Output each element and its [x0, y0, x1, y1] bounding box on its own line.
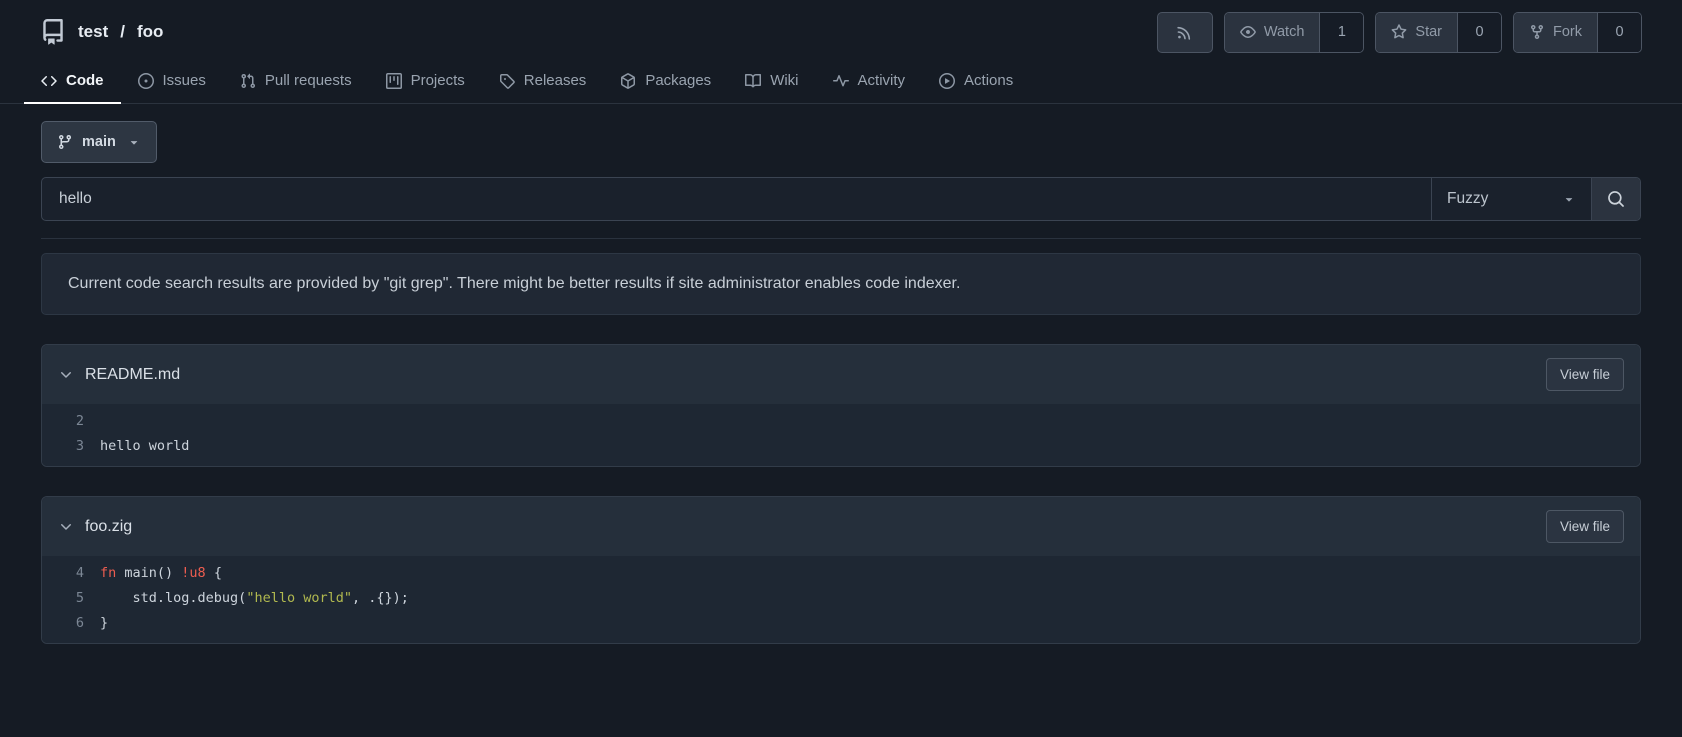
line-number: 4 — [75, 565, 84, 581]
package-icon — [620, 72, 636, 89]
tab-packages[interactable]: Packages — [603, 58, 728, 103]
code-line: 6} — [42, 611, 1640, 636]
result-filename[interactable]: foo.zig — [85, 518, 132, 536]
search-result-card: README.md View file 2 3 hello world — [41, 344, 1641, 467]
line-number: 2 — [75, 413, 84, 429]
star-count[interactable]: 0 — [1457, 12, 1501, 52]
tag-icon — [499, 73, 515, 89]
watch-button[interactable]: Watch — [1224, 12, 1320, 52]
repo-icon — [40, 19, 66, 45]
tab-code[interactable]: Code — [24, 58, 121, 104]
code-line: 4 fn main() !u8 { — [42, 561, 1640, 586]
tab-label: Projects — [410, 72, 465, 89]
tab-releases[interactable]: Releases — [482, 58, 604, 103]
book-icon — [745, 73, 762, 89]
caret-down-icon — [1562, 192, 1576, 206]
watch-label: Watch — [1263, 24, 1305, 40]
branch-name: main — [82, 134, 116, 150]
rss-button[interactable] — [1156, 11, 1213, 53]
tab-activity[interactable]: Activity — [816, 58, 923, 103]
git-branch-icon — [57, 134, 73, 150]
code-search-input[interactable] — [42, 178, 1431, 220]
tab-label: Code — [66, 72, 104, 89]
code-icon — [41, 73, 57, 89]
line-number: 3 — [75, 438, 84, 454]
code-snippet: 4 fn main() !u8 { 5 std.log.debug("hello w… — [42, 556, 1640, 643]
view-file-button[interactable]: View file — [1545, 510, 1624, 543]
code-search-page: main Fuzzy Current code search results a… — [0, 121, 1682, 644]
tab-label: Packages — [645, 72, 712, 89]
code-search-bar: Fuzzy — [41, 177, 1641, 221]
code-text: fn main() !u8 { — [100, 565, 222, 581]
search-mode-select[interactable]: Fuzzy — [1431, 178, 1591, 220]
line-number: 6 — [75, 615, 84, 631]
result-card-header: README.md View file — [42, 345, 1640, 404]
tab-projects[interactable]: Projects — [369, 58, 482, 103]
branch-selector[interactable]: main — [41, 121, 157, 163]
star-button-group: Star 0 — [1375, 11, 1502, 53]
view-file-button[interactable]: View file — [1545, 358, 1624, 391]
result-card-header: foo.zig View file — [42, 497, 1640, 556]
repo-path-separator: / — [120, 22, 125, 41]
issue-opened-icon — [137, 72, 154, 89]
tab-label: Wiki — [770, 72, 799, 89]
tab-label: Activity — [857, 72, 906, 89]
tab-label: Pull requests — [264, 72, 352, 89]
star-icon — [1391, 24, 1407, 40]
indexer-notice: Current code search results are provided… — [41, 253, 1641, 315]
code-snippet: 2 3 hello world — [42, 404, 1640, 466]
tab-wiki[interactable]: Wiki — [728, 58, 815, 103]
project-icon — [385, 72, 402, 89]
search-mode-value: Fuzzy — [1447, 190, 1489, 207]
repo-title: test / foo — [40, 19, 163, 45]
repo-header: test / foo Watch 1 Star 0 Fork 0 — [0, 0, 1682, 58]
watch-count[interactable]: 1 — [1319, 12, 1364, 52]
tab-label: Issues — [162, 72, 206, 89]
code-text: } — [100, 615, 109, 631]
search-icon — [1607, 190, 1625, 208]
watch-button-group: Watch 1 — [1223, 11, 1365, 53]
play-circle-icon — [939, 72, 956, 89]
fork-icon — [1529, 24, 1545, 40]
search-button[interactable] — [1591, 178, 1640, 220]
fork-button-group: Fork 0 — [1513, 11, 1642, 53]
chevron-down-icon[interactable] — [58, 519, 74, 535]
code-line: 2 — [42, 409, 1640, 434]
fork-button[interactable]: Fork — [1514, 12, 1597, 52]
tab-issues[interactable]: Issues — [121, 58, 223, 103]
code-line: 3 hello world — [42, 434, 1640, 459]
tab-label: Releases — [523, 72, 587, 89]
repo-owner-link[interactable]: test — [78, 22, 108, 42]
caret-down-icon — [127, 135, 141, 149]
code-line: 5 std.log.debug("hello world", .{}); — [42, 586, 1640, 611]
tab-pull-requests[interactable]: Pull requests — [223, 58, 369, 103]
section-divider — [41, 238, 1641, 239]
star-label: Star — [1415, 24, 1442, 40]
repo-tabbar: Code Issues Pull requests Projects Relea… — [0, 58, 1682, 104]
repo-name-link[interactable]: foo — [137, 22, 163, 42]
chevron-down-icon[interactable] — [58, 367, 74, 383]
pulse-icon — [832, 73, 849, 89]
rss-icon — [1176, 24, 1193, 41]
star-button[interactable]: Star — [1376, 12, 1457, 52]
git-pull-request-icon — [240, 73, 256, 89]
line-number: 5 — [75, 590, 84, 606]
fork-label: Fork — [1553, 24, 1582, 40]
repo-action-buttons: Watch 1 Star 0 Fork 0 — [1156, 11, 1642, 53]
code-text: std.log.debug("hello world", .{}); — [100, 590, 409, 606]
tab-label: Actions — [964, 72, 1014, 89]
tab-actions[interactable]: Actions — [922, 58, 1030, 103]
eye-icon — [1240, 24, 1256, 40]
result-filename[interactable]: README.md — [85, 366, 180, 384]
code-text: hello world — [100, 438, 190, 454]
search-result-card: foo.zig View file 4 fn main() !u8 { 5 std.… — [41, 496, 1641, 644]
fork-count[interactable]: 0 — [1597, 12, 1641, 52]
